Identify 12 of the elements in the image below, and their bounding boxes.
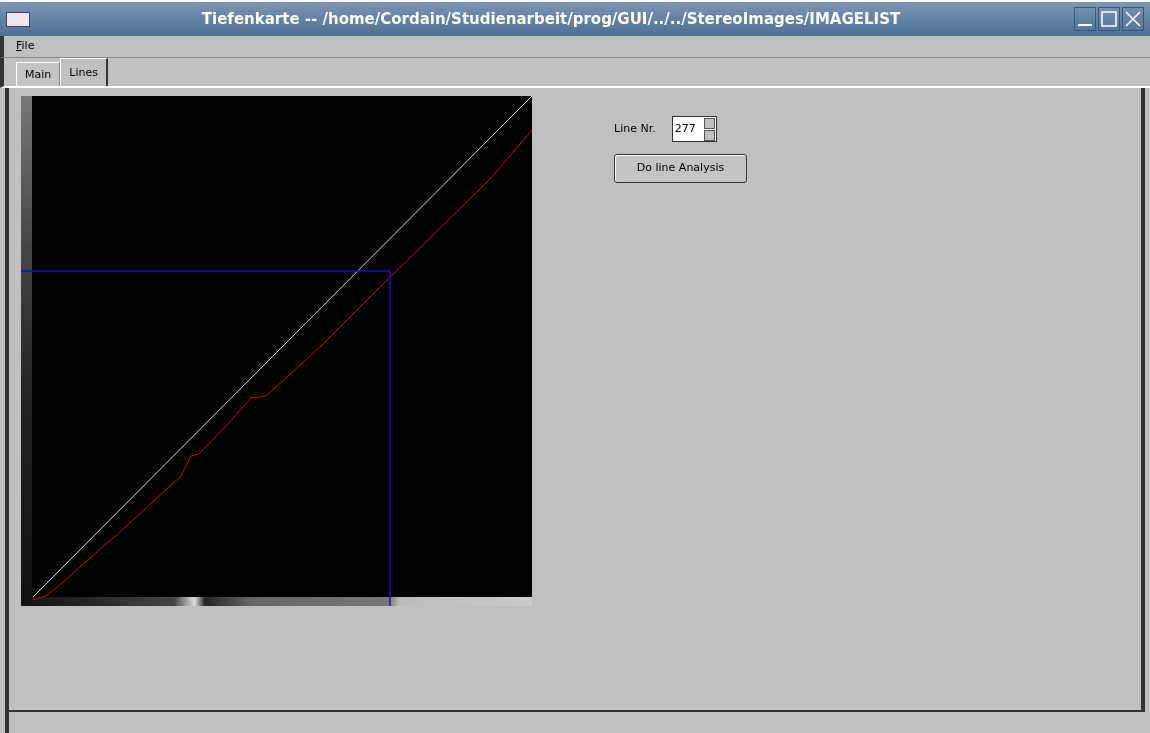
do-line-analysis-button[interactable]: Do line Analysis: [614, 154, 747, 183]
tab[interactable]: Lines: [60, 58, 108, 86]
window-title: Tiefenkarte -- /home/Cordain/Studienarbeit/prog/GUI/../../StereoImages/IMAGELIST: [200, 8, 902, 30]
window-app-icon: [6, 11, 30, 27]
menu-item[interactable]: File: [16, 38, 35, 55]
line-nr-spinbox[interactable]: 277: [671, 116, 717, 142]
tab[interactable]: Main: [16, 62, 61, 86]
minimize-icon[interactable]: [1074, 7, 1096, 31]
close-icon[interactable]: [1122, 7, 1144, 31]
maximize-icon[interactable]: [1098, 7, 1120, 31]
spin-arrows-icon[interactable]: [702, 116, 716, 142]
line-nr-label: Line Nr.: [614, 120, 656, 137]
